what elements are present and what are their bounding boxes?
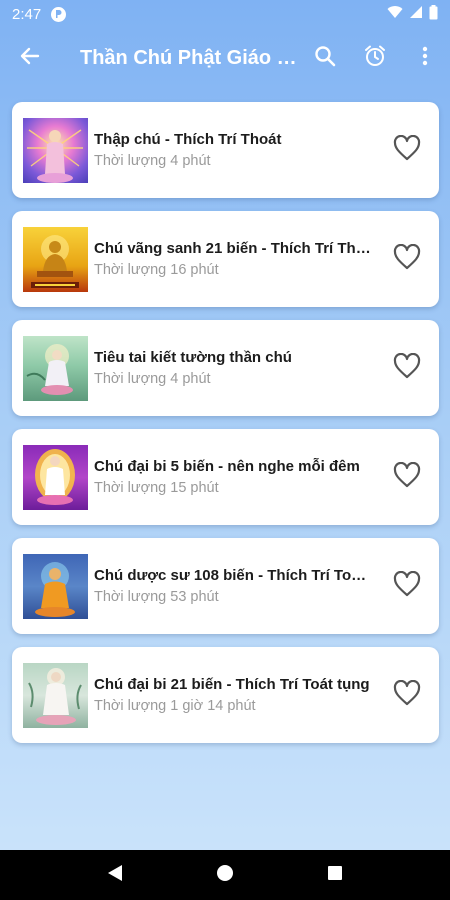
home-circle-icon bbox=[216, 864, 234, 887]
track-thumbnail bbox=[23, 662, 88, 728]
favorite-button[interactable] bbox=[389, 132, 425, 168]
track-card[interactable]: Chú dược sư 108 biến - Thích Trí Toát tụ… bbox=[12, 538, 439, 634]
track-duration: Thời lượng 15 phút bbox=[94, 480, 219, 496]
heart-outline-icon bbox=[393, 243, 421, 275]
track-duration: Thời lượng 16 phút bbox=[94, 262, 219, 278]
status-bar: 2:47 bbox=[0, 0, 450, 28]
track-duration: Thời lượng 1 giờ 14 phút bbox=[94, 698, 256, 714]
track-duration: Thời lượng 4 phút bbox=[94, 153, 211, 169]
heart-outline-icon bbox=[393, 134, 421, 166]
track-thumbnail bbox=[23, 444, 88, 510]
track-thumbnail bbox=[23, 335, 88, 401]
favorite-button[interactable] bbox=[389, 568, 425, 604]
track-card[interactable]: Chú đại bi 21 biến - Thích Trí Toát tụng… bbox=[12, 647, 439, 743]
track-title: Tiêu tai kiết tường thần chú bbox=[94, 349, 292, 366]
track-thumbnail bbox=[23, 117, 88, 183]
page-title: Thần Chú Phật Giáo Hay Nhất bbox=[80, 46, 300, 69]
app-bar: Thần Chú Phật Giáo Hay Nhất bbox=[0, 28, 450, 88]
track-card[interactable]: Chú đại bi 5 biến - nên nghe mỗi đêm Thờ… bbox=[12, 429, 439, 525]
battery-icon bbox=[429, 4, 438, 24]
system-back-button[interactable] bbox=[90, 850, 140, 900]
favorite-button[interactable] bbox=[389, 241, 425, 277]
system-home-button[interactable] bbox=[200, 850, 250, 900]
alarm-button[interactable] bbox=[350, 28, 400, 88]
alarm-icon bbox=[363, 44, 387, 73]
track-card[interactable]: Chú vãng sanh 21 biến - Thích Trí Thoát … bbox=[12, 211, 439, 307]
recents-square-icon bbox=[327, 865, 343, 886]
track-title: Chú đại bi 5 biến - nên nghe mỗi đêm bbox=[94, 458, 360, 475]
heart-outline-icon bbox=[393, 570, 421, 602]
track-duration: Thời lượng 4 phút bbox=[94, 371, 211, 387]
wifi-icon bbox=[387, 5, 403, 23]
search-icon bbox=[314, 45, 336, 72]
track-title: Chú đại bi 21 biến - Thích Trí Toát tụng bbox=[94, 676, 370, 693]
favorite-button[interactable] bbox=[389, 459, 425, 495]
status-time: 2:47 bbox=[12, 5, 42, 23]
favorite-button[interactable] bbox=[389, 350, 425, 386]
track-thumbnail bbox=[23, 553, 88, 619]
search-button[interactable] bbox=[300, 28, 350, 88]
signal-icon bbox=[409, 5, 423, 23]
track-thumbnail bbox=[23, 226, 88, 292]
circle-p-icon bbox=[51, 6, 67, 22]
track-card[interactable]: Tiêu tai kiết tường thần chú Thời lượng … bbox=[12, 320, 439, 416]
back-button[interactable] bbox=[0, 28, 60, 88]
track-card[interactable]: Thập chú - Thích Trí Thoát Thời lượng 4 … bbox=[12, 102, 439, 198]
favorite-button[interactable] bbox=[389, 677, 425, 713]
back-triangle-icon bbox=[107, 864, 123, 887]
track-list: Thập chú - Thích Trí Thoát Thời lượng 4 … bbox=[12, 102, 439, 756]
track-title: Chú dược sư 108 biến - Thích Trí Toát tụ… bbox=[94, 567, 374, 584]
more-options-button[interactable] bbox=[400, 28, 450, 88]
track-title: Chú vãng sanh 21 biến - Thích Trí Thoát bbox=[94, 240, 374, 257]
system-nav-bar bbox=[0, 850, 450, 900]
more-vert-icon bbox=[422, 46, 428, 71]
heart-outline-icon bbox=[393, 679, 421, 711]
heart-outline-icon bbox=[393, 352, 421, 384]
system-recents-button[interactable] bbox=[310, 850, 360, 900]
track-title: Thập chú - Thích Trí Thoát bbox=[94, 131, 282, 148]
track-duration: Thời lượng 53 phút bbox=[94, 589, 219, 605]
heart-outline-icon bbox=[393, 461, 421, 493]
arrow-back-icon bbox=[20, 46, 40, 71]
